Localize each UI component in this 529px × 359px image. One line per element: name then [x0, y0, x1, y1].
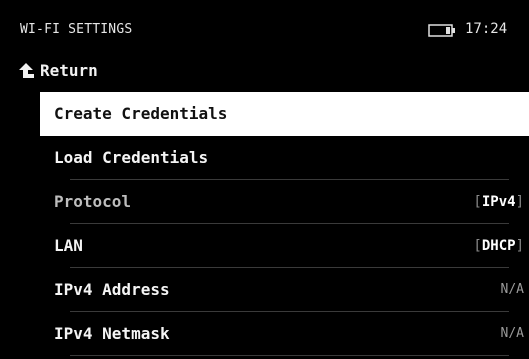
menu-item-label: Create Credentials [54, 104, 228, 123]
return-label: Return [40, 60, 98, 80]
return-arrow-icon [19, 62, 34, 78]
menu-item-load-credentials[interactable]: Load Credentials [40, 136, 529, 180]
menu-item-label: IPv4 Netmask [54, 324, 170, 343]
menu-item-label: IPv4 Address [54, 280, 170, 299]
menu-item-ipv4-netmask[interactable]: IPv4 Netmask N/A [40, 312, 529, 356]
lan-value-text: DHCP [481, 238, 516, 254]
screen-title: WI-FI SETTINGS [20, 22, 133, 37]
return-button[interactable]: Return [18, 57, 98, 83]
menu-item-label: Load Credentials [54, 148, 209, 167]
ipv4-address-value: N/A [500, 282, 524, 297]
device-screen: WI-FI SETTINGS 17:24 Return Create Crede… [0, 0, 529, 359]
menu-item-lan[interactable]: LAN [DHCP] [40, 224, 529, 268]
lan-value: [DHCP] [473, 238, 524, 254]
status-bar: WI-FI SETTINGS 17:24 [0, 0, 529, 50]
menu-item-label: Protocol [54, 192, 132, 211]
menu-item-label: LAN [54, 236, 83, 255]
protocol-value: [IPv4] [473, 194, 524, 210]
battery-icon [428, 24, 455, 37]
protocol-value-text: IPv4 [481, 194, 516, 210]
ipv4-netmask-value: N/A [500, 326, 524, 341]
menu-item-ipv4-address[interactable]: IPv4 Address N/A [40, 268, 529, 312]
menu-item-create-credentials[interactable]: Create Credentials [40, 92, 529, 136]
clock-time: 17:24 [465, 21, 508, 37]
menu-item-protocol[interactable]: Protocol [IPv4] [40, 180, 529, 224]
divider [70, 355, 509, 356]
